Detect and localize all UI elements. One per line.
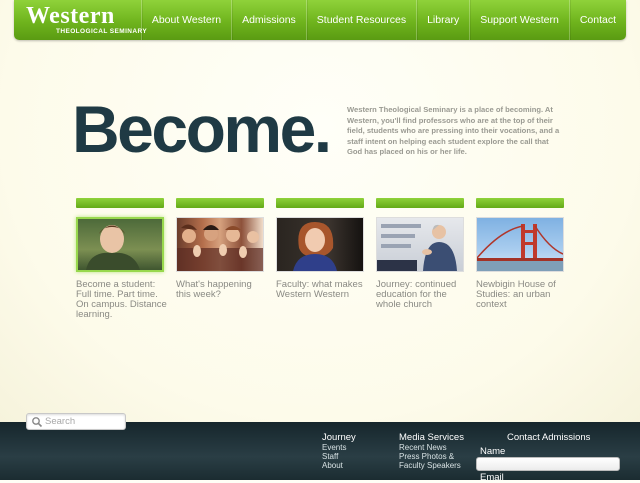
- tile-caption[interactable]: What's happening this week?: [176, 280, 268, 300]
- nav-library[interactable]: Library: [416, 0, 469, 40]
- nav-admissions[interactable]: Admissions: [231, 0, 306, 40]
- footer-link-faculty-speakers[interactable]: Faculty Speakers: [399, 461, 464, 470]
- tile-become-student[interactable]: Become a student: Full time. Part time. …: [76, 198, 167, 320]
- applause-photo[interactable]: [176, 217, 264, 272]
- golden-gate-photo[interactable]: [476, 217, 564, 272]
- footer-journey-title[interactable]: Journey: [322, 432, 356, 443]
- tile-newbigin[interactable]: Newbigin House of Studies: an urban cont…: [476, 198, 564, 310]
- logo-subtitle: THEOLOGICAL SEMINARY: [56, 28, 148, 35]
- footer-media-column: Media Services Recent News Press Photos …: [399, 432, 464, 470]
- tile-bar[interactable]: [176, 198, 264, 208]
- nav-contact[interactable]: Contact: [568, 0, 626, 40]
- tile-caption[interactable]: Journey: continued education for the who…: [376, 280, 468, 310]
- tile-whats-happening[interactable]: What's happening this week?: [176, 198, 264, 300]
- lecture-photo[interactable]: [376, 217, 464, 272]
- tile-caption[interactable]: Faculty: what makes Western Western: [276, 280, 368, 300]
- email-label: Email: [480, 472, 504, 483]
- tile-bar[interactable]: [376, 198, 464, 208]
- logo-wordmark: Western: [26, 3, 115, 29]
- footer-link-about[interactable]: About: [322, 461, 356, 470]
- search-icon: [31, 415, 43, 428]
- search-input[interactable]: [43, 414, 125, 429]
- name-field[interactable]: [476, 457, 620, 471]
- hero-intro-text: Western Theological Seminary is a place …: [347, 105, 560, 156]
- nav-student-resources[interactable]: Student Resources: [305, 0, 416, 40]
- student-photo[interactable]: [76, 217, 164, 272]
- footer-media-title[interactable]: Media Services: [399, 432, 464, 443]
- footer-journey-column: Journey Events Staff About: [322, 432, 356, 470]
- tile-journey[interactable]: Journey: continued education for the who…: [376, 198, 464, 310]
- tile-caption[interactable]: Newbigin House of Studies: an urban cont…: [476, 280, 568, 310]
- hero-title: Become.: [72, 92, 332, 166]
- tile-faculty[interactable]: Faculty: what makes Western Western: [276, 198, 364, 300]
- nav-support-western[interactable]: Support Western: [469, 0, 569, 40]
- top-navigation-bar: Western THEOLOGICAL SEMINARY About Weste…: [14, 0, 626, 40]
- tile-caption[interactable]: Become a student: Full time. Part time. …: [76, 280, 168, 320]
- footer-link-recent-news[interactable]: Recent News: [399, 443, 464, 452]
- footer-link-press-photos[interactable]: Press Photos &: [399, 452, 464, 461]
- tile-bar[interactable]: [476, 198, 564, 208]
- western-logo[interactable]: Western THEOLOGICAL SEMINARY: [26, 4, 147, 35]
- nav-about-western[interactable]: About Western: [140, 0, 231, 40]
- contact-admissions-title: Contact Admissions: [507, 432, 591, 443]
- footer: [0, 422, 640, 480]
- tile-bar[interactable]: [276, 198, 364, 208]
- footer-link-staff[interactable]: Staff: [322, 452, 356, 461]
- tile-bar[interactable]: [76, 198, 164, 208]
- faculty-photo[interactable]: [276, 217, 364, 272]
- name-label: Name: [480, 446, 506, 457]
- footer-link-events[interactable]: Events: [322, 443, 356, 452]
- search-box[interactable]: [26, 413, 126, 430]
- main-nav: About Western Admissions Student Resourc…: [140, 0, 626, 40]
